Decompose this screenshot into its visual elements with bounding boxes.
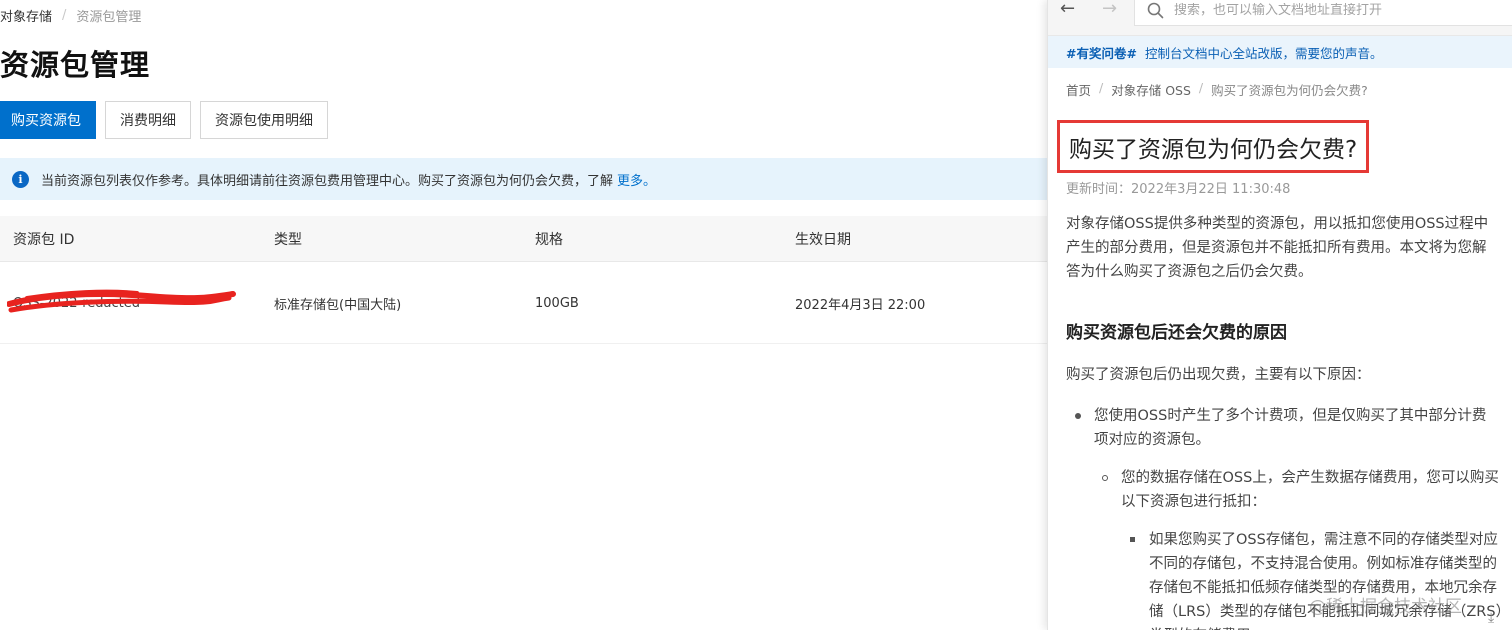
announcement-bar[interactable]: #有奖问卷# 控制台文档中心全站改版，需要您的声音。	[1048, 36, 1512, 68]
package-date-cell: 2022年4月3日 22:00	[795, 297, 926, 313]
table-row[interactable]: OSS-2022-redacted 标准存储包(中国大陆) 100GB 2022…	[0, 263, 1047, 344]
bullet-square-icon	[1130, 537, 1135, 542]
column-header-type: 类型	[274, 231, 302, 248]
forward-arrow-icon[interactable]: →	[1102, 0, 1117, 18]
package-id-cell: OSS-2022-redacted	[7, 263, 236, 343]
doc-panel: ← → #有奖问卷# 控制台文档中心全站改版，需要您的声音。 首页 / 对象存储…	[1047, 0, 1512, 630]
doc-crumb-home[interactable]: 首页	[1066, 80, 1091, 99]
search-icon	[1147, 2, 1164, 18]
doc-title-highlighted: 购买了资源包为何仍会欠费?	[1057, 120, 1370, 173]
column-header-date: 生效日期	[795, 231, 851, 248]
doc-crumb-current: 购买了资源包为何仍会欠费?	[1211, 83, 1368, 98]
doc-section-lead: 购买了资源包后仍出现欠费，主要有以下原因：	[1066, 367, 1371, 383]
doc-intro: 对象存储OSS提供多种类型的资源包，用以抵扣您使用OSS过程中产生的部分费用，但…	[1066, 216, 1489, 280]
doc-updated-time: 更新时间：2022年3月22日 11:30:48	[1066, 182, 1291, 197]
column-header-id: 资源包 ID	[13, 231, 75, 248]
page-title: 资源包管理	[0, 48, 151, 82]
bullet-dot-icon	[1075, 413, 1081, 419]
doc-crumb-product[interactable]: 对象存储 OSS	[1111, 80, 1191, 99]
back-arrow-icon[interactable]: ←	[1060, 0, 1075, 18]
console-panel: 对象存储 / 资源包管理 资源包管理 购买资源包 消费明细 资源包使用明细 i …	[0, 0, 1047, 630]
notice-more-link[interactable]: 更多。	[617, 170, 656, 189]
doc-title: 购买了资源包为何仍会欠费?	[1069, 136, 1358, 163]
red-scribble-redaction	[7, 289, 236, 312]
column-header-spec: 规格	[535, 231, 563, 248]
redacted-package-id: OSS-2022-redacted	[7, 289, 236, 312]
breadcrumb-current: 资源包管理	[76, 9, 142, 25]
breadcrumb: 对象存储 / 资源包管理	[0, 6, 142, 25]
list-item-text: 您的数据存储在OSS上，会产生数据存储费用，您可以购买以下资源包进行抵扣：	[1121, 470, 1499, 510]
package-spec-cell: 100GB	[535, 295, 579, 311]
doc-search-input[interactable]	[1174, 2, 1494, 18]
buy-package-button[interactable]: 购买资源包	[0, 101, 96, 139]
doc-search-box[interactable]	[1134, 0, 1512, 26]
info-icon: i	[12, 170, 29, 188]
usage-detail-button[interactable]: 资源包使用明细	[200, 101, 328, 139]
notice-text: 当前资源包列表仅作参考。具体明细请前往资源包费用管理中心。购买了资源包为何仍会欠…	[41, 173, 614, 189]
announcement-text[interactable]: 控制台文档中心全站改版，需要您的声音。	[1145, 43, 1383, 62]
watermark: @稀土掘金技术社区	[1309, 597, 1462, 617]
doc-nav-bar: ← →	[1048, 0, 1512, 36]
list-item: 您使用OSS时产生了多个计费项，但是仅购买了其中部分计费项对应的资源包。	[1075, 404, 1494, 452]
consumption-detail-button[interactable]: 消费明细	[105, 101, 191, 139]
download-icon[interactable]: ⤓	[1488, 610, 1494, 626]
doc-crumb-sep: /	[1198, 80, 1204, 95]
breadcrumb-root[interactable]: 对象存储	[0, 6, 52, 25]
package-type-cell: 标准存储包(中国大陆)	[274, 297, 402, 313]
info-notice: i 当前资源包列表仅作参考。具体明细请前往资源包费用管理中心。购买了资源包为何仍…	[0, 158, 1047, 200]
action-buttons: 购买资源包 消费明细 资源包使用明细	[0, 101, 328, 139]
doc-section-title: 购买资源包后还会欠费的原因	[1066, 323, 1287, 343]
bullet-circle-icon	[1102, 475, 1108, 481]
announcement-tag[interactable]: #有奖问卷#	[1066, 43, 1137, 62]
doc-breadcrumb: 首页 / 对象存储 OSS / 购买了资源包为何仍会欠费?	[1066, 80, 1368, 99]
list-item-text: 您使用OSS时产生了多个计费项，但是仅购买了其中部分计费项对应的资源包。	[1094, 408, 1487, 448]
list-item: 您的数据存储在OSS上，会产生数据存储费用，您可以购买以下资源包进行抵扣：	[1102, 466, 1501, 514]
table-header: 资源包 ID 类型 规格 生效日期	[0, 216, 1047, 262]
doc-crumb-sep: /	[1099, 80, 1104, 95]
breadcrumb-separator: /	[62, 7, 67, 23]
